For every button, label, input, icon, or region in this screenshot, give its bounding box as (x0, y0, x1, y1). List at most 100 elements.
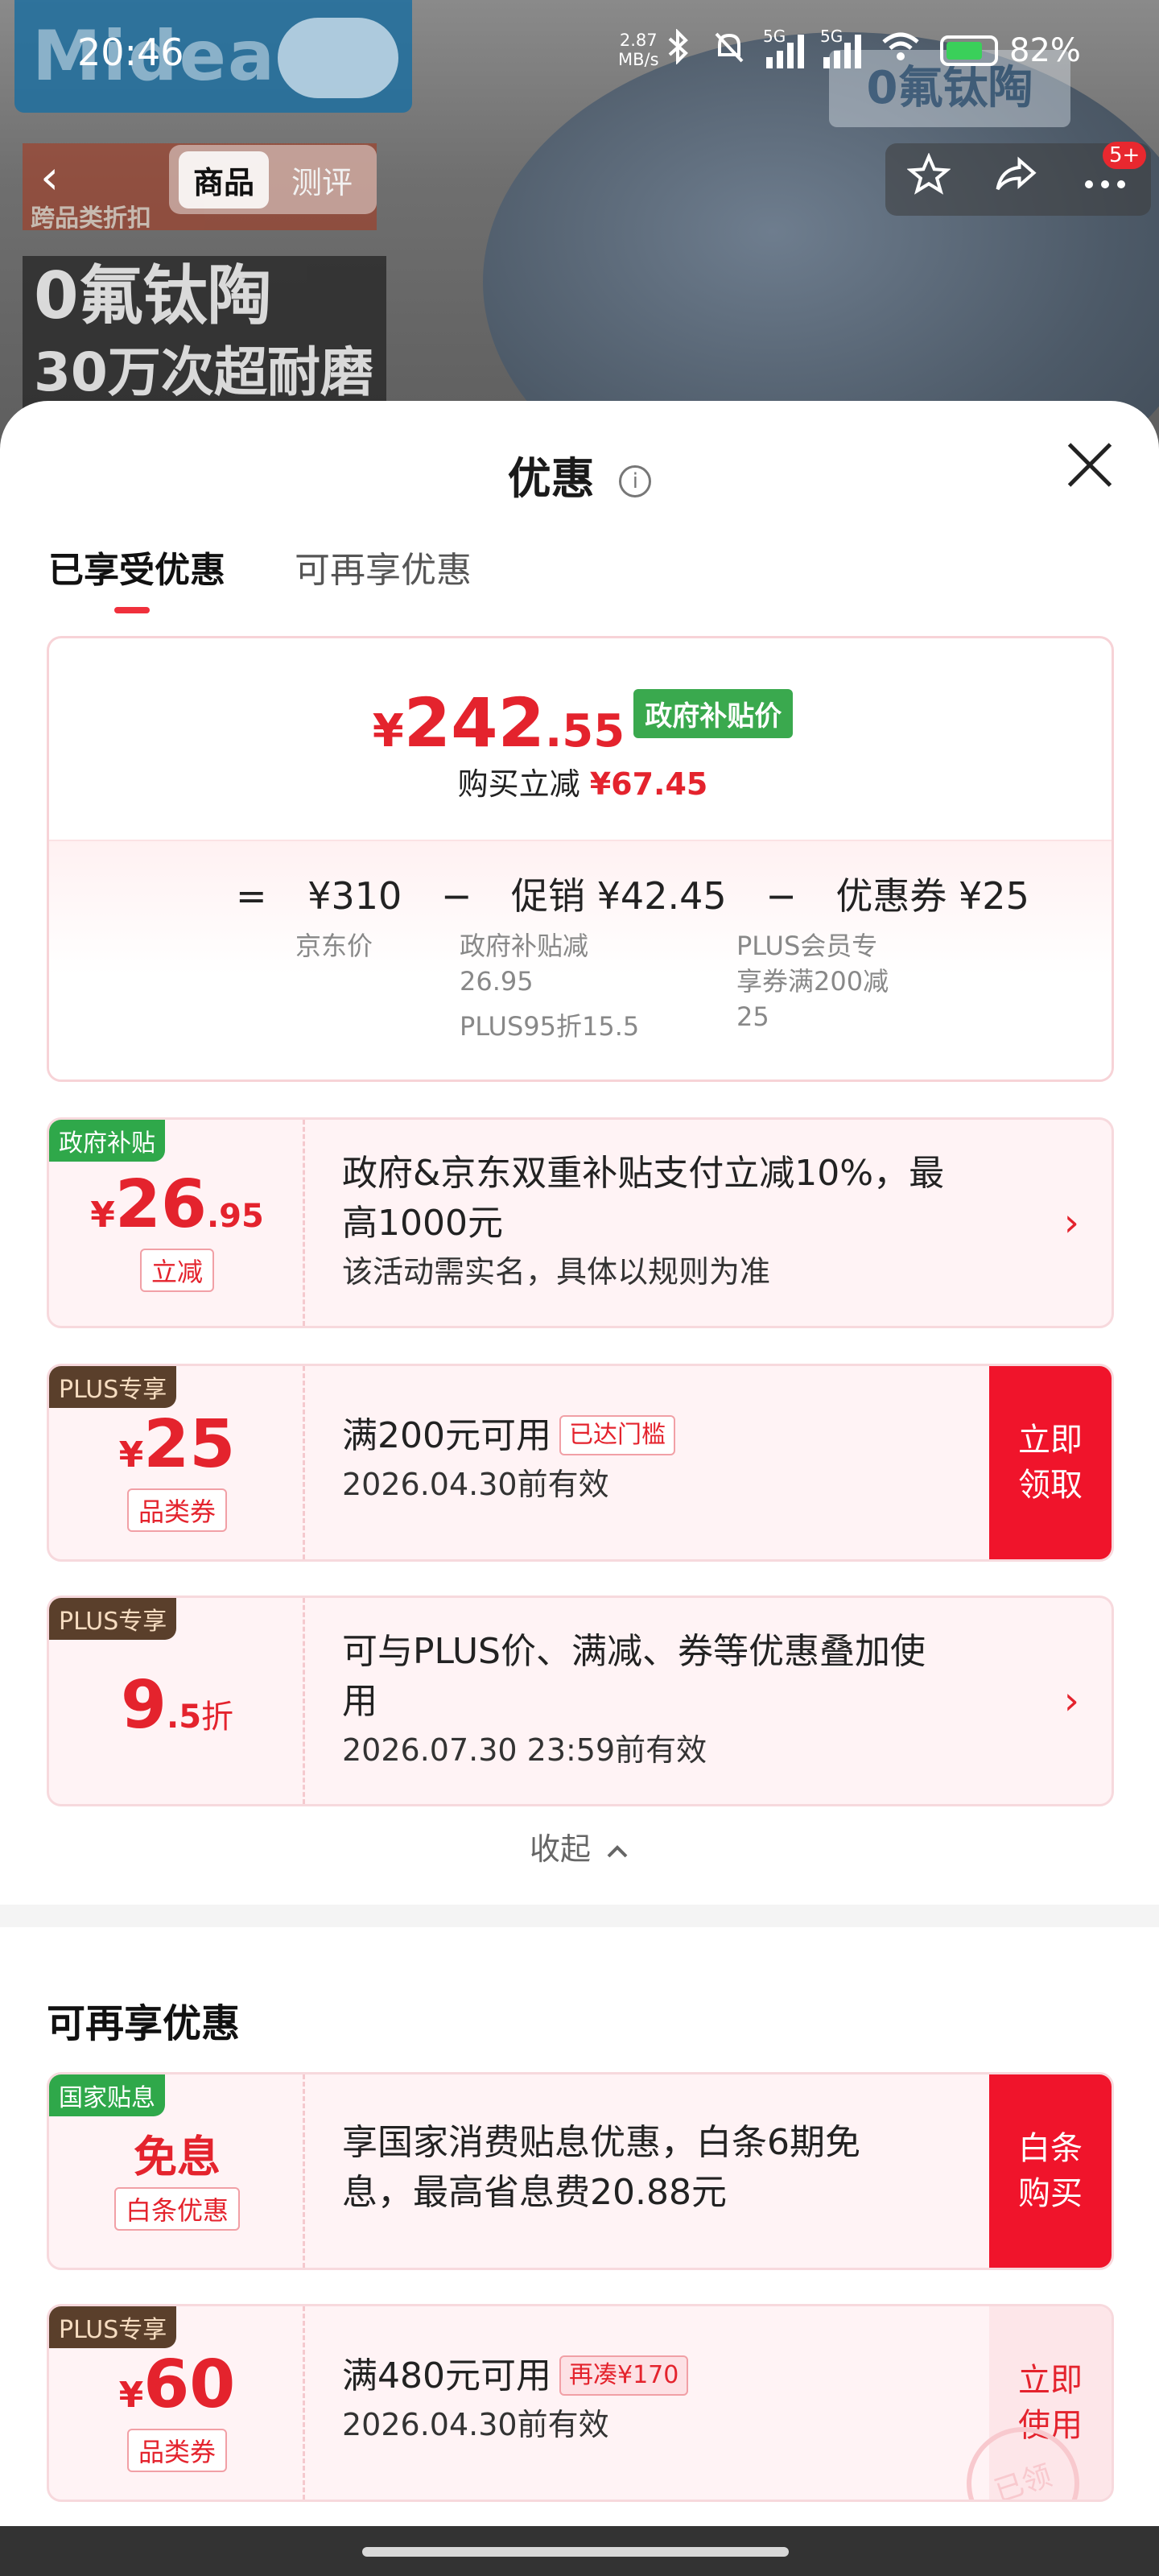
coupon-threshold: 满480元可用 (342, 2355, 551, 2396)
signal-label-1: 5G (763, 27, 786, 46)
coupon-body: 政府&京东双重补贴支付立减10%，最 高1000元 该活动需实名，具体以规则为准 (342, 1149, 944, 1295)
coupon-plus-discount[interactable]: PLUS专享 9.5折 可与PLUS价、满减、券等优惠叠加使 用 2026.07… (47, 1596, 1114, 1806)
status-bar: 20:46 2.87 MB/s 5G 5G 82% (0, 0, 1159, 106)
product-top-nav: ‹ 商品 测评 5+ (24, 142, 1151, 216)
tab-enjoyed-discounts[interactable]: 已享受优惠 (48, 541, 225, 613)
product-tabs: 商品 测评 (169, 145, 377, 214)
signal-label-2: 5G (820, 27, 843, 46)
coupon-pill-text: 白条优惠 (113, 2187, 240, 2231)
final-price-row: ¥242.55 政府补贴价 (49, 683, 1112, 762)
price-breakdown-formula: = ¥310 − 促销 ¥42.45 − 优惠券 ¥25 (236, 867, 1049, 920)
coupon-desc-line: 满200元可用 已达门槛 (342, 1411, 675, 1461)
tab-more-discounts[interactable]: 可再享优惠 (295, 541, 472, 613)
promo-desc-line-3: PLUS95折15.5 (460, 1011, 640, 1042)
coupon-pill-text: 品类券 (126, 1488, 227, 1532)
final-price-currency: ¥ (372, 705, 404, 758)
coupon-desc-line: 满480元可用 再凑¥170 (342, 2351, 689, 2401)
coupon-amount-currency: ¥ (90, 1195, 115, 1236)
coupon-desc-line: 政府&京东双重补贴支付立减10%，最 (342, 1153, 945, 1194)
sheet-title-text: 优惠 (507, 453, 595, 504)
breakdown-base-desc: 京东价 (295, 931, 373, 961)
add-more-tag: 再凑¥170 (559, 2355, 689, 2396)
status-icons: 5G 5G 82% (665, 27, 1081, 72)
breakdown-coupon: 优惠券 ¥25 (835, 874, 1029, 918)
threshold-reached-tag: 已达门槛 (559, 1415, 675, 1455)
coupon-pill: 品类券 (49, 1488, 305, 1532)
battery-icon (940, 35, 998, 66)
home-indicator[interactable] (362, 2547, 789, 2557)
coupon-body: 满200元可用 已达门槛 2026.04.30前有效 (342, 1411, 675, 1508)
network-rate: 2.87 MB/s (618, 31, 659, 69)
section-divider (0, 1905, 1159, 1927)
message-badge: 5+ (1103, 142, 1147, 169)
star-icon[interactable] (905, 152, 951, 206)
coupon-amount-integer: 26 (114, 1166, 207, 1243)
coupon-amount-integer: 25 (143, 1406, 236, 1483)
instant-reduction-value: ¥67.45 (589, 766, 708, 802)
coupon-tag: 政府补贴 (49, 1120, 165, 1162)
coupon-pill-text: 品类券 (126, 2429, 227, 2472)
mute-bell-icon (711, 29, 747, 72)
coupon-desc-line: 高1000元 (342, 1203, 503, 1244)
discount-sheet: 优惠 i 已享受优惠 可再享优惠 ¥242.55 政府补贴价 购买立减 ¥67.… (0, 401, 1159, 2526)
tab-product[interactable]: 商品 (179, 151, 270, 208)
price-breakdown: = ¥310 − 促销 ¥42.45 − 优惠券 ¥25 京东价 政府补贴减 2… (49, 840, 1112, 1080)
breakdown-base-price: ¥310 (307, 874, 402, 918)
coupon-gov-subsidy[interactable]: 政府补贴 ¥26.95 立减 政府&京东双重补贴支付立减10%，最 高1000元… (47, 1117, 1114, 1328)
coupon-amount-integer: 60 (143, 2347, 236, 2423)
coupon-pill: 白条优惠 (49, 2187, 305, 2231)
coupon-pill: 立减 (49, 1249, 305, 1292)
collapse-button[interactable]: 收起 (0, 1824, 1159, 1868)
final-price: ¥242.55 (373, 683, 625, 762)
baitiao-buy-button[interactable]: 白条购买 (989, 2074, 1112, 2268)
bluetooth-icon (665, 28, 692, 72)
section-more-discounts-title: 可再享优惠 (47, 2001, 241, 2046)
coupon-amount: ¥60 (49, 2347, 305, 2423)
coupon-threshold: 满200元可用 (342, 1415, 551, 1456)
status-time: 20:46 (77, 31, 184, 74)
collapse-label: 收起 (529, 1831, 591, 1867)
chevron-right-icon[interactable]: › (1064, 1200, 1079, 1245)
sheet-header: 优惠 i (0, 401, 1159, 546)
coupon-validity: 2026.04.30前有效 (342, 1467, 609, 1502)
coupon-desc-line-1: PLUS会员专 (736, 931, 878, 961)
coupon-headline: 免息 (134, 2132, 221, 2182)
tab-review[interactable]: 测评 (277, 151, 367, 208)
coupon-amount-currency: ¥ (118, 2375, 144, 2416)
coupon-plus-25[interactable]: PLUS专享 ¥25 品类券 满200元可用 已达门槛 2026.04.30前有效… (47, 1364, 1114, 1562)
coupon-validity: 2026.04.30前有效 (342, 2407, 609, 2442)
chevron-right-icon[interactable]: › (1064, 1678, 1079, 1724)
coupon-interest-free[interactable]: 国家贴息 免息 白条优惠 享国家消费贴息优惠，白条6期免 息，最高省息费20.8… (47, 2072, 1114, 2270)
coupon-tag: 国家贴息 (49, 2074, 165, 2116)
breakdown-equals: = (236, 874, 267, 918)
coupon-validity: 2026.07.30 23:59前有效 (342, 1732, 707, 1768)
chevron-left-icon[interactable]: ‹ (40, 150, 59, 204)
coupon-plus-60[interactable]: PLUS专享 ¥60 品类券 满480元可用 再凑¥170 2026.04.30前… (47, 2304, 1114, 2502)
coupon-amount-unit: 折 (201, 1699, 234, 1736)
instant-reduction: 购买立减 ¥67.45 (49, 759, 1112, 803)
final-price-integer: 242 (403, 683, 545, 762)
coupon-left: PLUS专享 ¥60 品类券 (49, 2306, 305, 2500)
claim-now-button[interactable]: 立即领取 (989, 1366, 1112, 1559)
instant-reduction-label: 购买立减 (457, 766, 580, 802)
coupon-tag: PLUS专享 (49, 2306, 177, 2348)
breakdown-promo: 促销 ¥42.45 (511, 874, 727, 918)
breakdown-promo-desc: 政府补贴减 26.95 PLUS95折15.5 (460, 928, 639, 1044)
coupon-amount-decimal: .95 (206, 1198, 264, 1235)
coupon-tag: PLUS专享 (49, 1598, 177, 1640)
final-price-decimal: .55 (545, 705, 625, 758)
network-rate-value: 2.87 (619, 31, 658, 50)
close-icon[interactable] (1058, 433, 1122, 497)
breakdown-coupon-desc: PLUS会员专 享券满200减 25 (736, 928, 889, 1034)
coupon-body: 满480元可用 再凑¥170 2026.04.30前有效 (342, 2351, 689, 2448)
coupon-amount-decimal: .5 (167, 1699, 202, 1736)
info-icon[interactable]: i (619, 465, 652, 498)
coupon-note: 该活动需实名，具体以规则为准 (342, 1254, 771, 1290)
share-icon[interactable] (993, 153, 1038, 206)
coupon-tag: PLUS专享 (49, 1366, 177, 1408)
feature-line-1: 0氟钛陶 (34, 258, 272, 333)
coupon-desc-line: 用 (342, 1681, 377, 1722)
price-summary-card: ¥242.55 政府补贴价 购买立减 ¥67.45 = ¥310 − 促销 ¥4… (47, 636, 1114, 1082)
product-feature-banner: 0氟钛陶 30万次超耐磨 (23, 256, 386, 425)
claim-now-label: 立即领取 (1018, 1422, 1083, 1504)
